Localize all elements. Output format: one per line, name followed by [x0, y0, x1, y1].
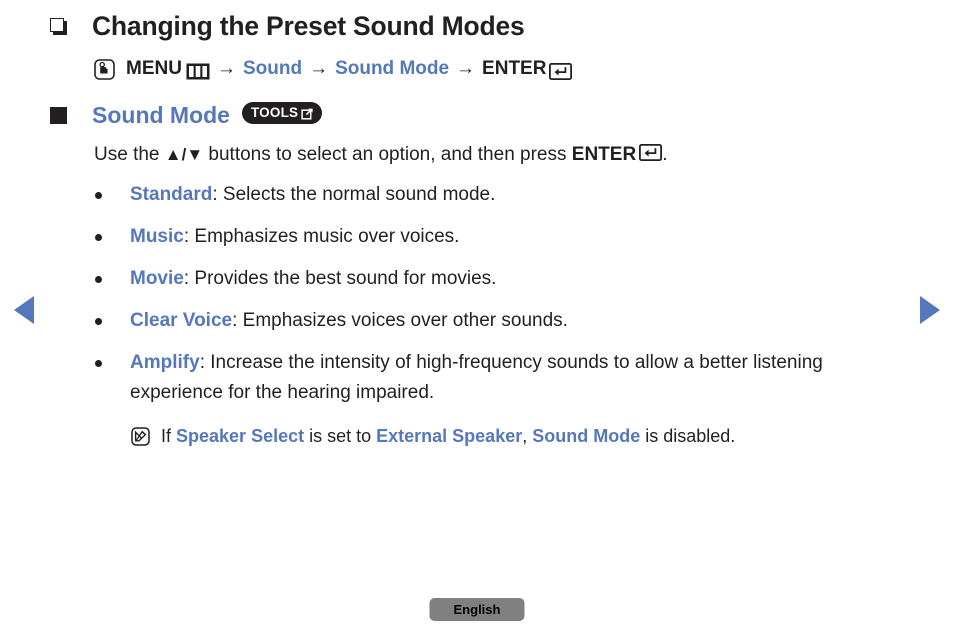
menu-path: MENU → Sound → Sound Mode → ENTER: [0, 56, 954, 82]
enter-return-icon: [549, 62, 573, 80]
bullet-dot-icon: [95, 276, 102, 283]
list-item: Standard: Selects the normal sound mode.: [0, 180, 954, 210]
option-desc: : Provides the best sound for movies.: [183, 268, 497, 289]
square-outline-icon: [50, 18, 67, 35]
note-term-external-speaker: External Speaker: [376, 426, 523, 446]
bullet-dot-icon: [95, 192, 102, 199]
tools-badge[interactable]: TOOLS: [241, 102, 323, 124]
language-badge-label: English: [453, 601, 501, 617]
list-item: Movie: Provides the best sound for movie…: [0, 264, 954, 294]
note-row: If Speaker Select is set to External Spe…: [0, 424, 954, 449]
tools-badge-label: TOOLS: [250, 105, 299, 120]
instruction-suffix: .: [662, 144, 668, 165]
note-part-3: ,: [522, 426, 533, 446]
instruction-paragraph: Use the ▲/▼ buttons to select an option,…: [0, 142, 954, 168]
page-title: Changing the Preset Sound Modes: [92, 11, 525, 41]
menu-label: MENU: [126, 58, 182, 79]
path-arrow-1: →: [216, 58, 236, 79]
bullet-dot-icon: [95, 318, 102, 325]
path-arrow-3: →: [456, 58, 476, 79]
section-title: Sound Mode: [92, 102, 230, 128]
list-item-body: Music: Emphasizes music over voices.: [130, 222, 459, 252]
menu-grid-icon: [186, 62, 210, 79]
note-text: If Speaker Select is set to External Spe…: [161, 424, 735, 449]
option-term: Music: [130, 226, 184, 247]
sound-mode-options-list: Standard: Selects the normal sound mode.…: [0, 180, 954, 408]
option-term: Standard: [130, 184, 213, 205]
square-filled-icon: [50, 106, 67, 124]
list-item-body: Clear Voice: Emphasizes voices over othe…: [130, 306, 568, 336]
note-part-4: is disabled.: [640, 426, 736, 446]
tools-arrow-icon: [301, 107, 314, 120]
bullet-dot-icon: [95, 360, 102, 367]
note-part-2: is set to: [304, 426, 377, 446]
press-hand-icon: [94, 58, 115, 80]
enter-return-icon: [639, 143, 663, 161]
option-desc: : Emphasizes voices over other sounds.: [232, 310, 568, 331]
list-item-body: Standard: Selects the normal sound mode.: [130, 180, 495, 210]
option-term: Clear Voice: [130, 310, 233, 331]
page-heading-row: Changing the Preset Sound Modes: [0, 9, 954, 43]
section-heading-row: Sound Mode TOOLS: [0, 101, 954, 129]
list-item-body: Movie: Provides the best sound for movie…: [130, 264, 496, 294]
language-badge: English: [429, 598, 525, 621]
option-term: Amplify: [130, 352, 200, 373]
path-step-sound-mode: Sound Mode: [335, 58, 450, 79]
instruction-prefix: Use the: [94, 144, 165, 165]
list-item: Clear Voice: Emphasizes voices over othe…: [0, 306, 954, 336]
path-step-sound: Sound: [242, 58, 303, 79]
note-term-sound-mode: Sound Mode: [532, 426, 641, 446]
option-desc: : Selects the normal sound mode.: [212, 184, 496, 205]
instruction-middle: buttons to select an option, and then pr…: [203, 144, 572, 165]
list-item: Amplify: Increase the intensity of high-…: [0, 348, 954, 408]
instruction-enter-label: ENTER: [571, 144, 637, 165]
note-part-1: If: [161, 426, 177, 446]
note-term-speaker-select: Speaker Select: [176, 426, 305, 446]
page-content: Changing the Preset Sound Modes MENU → S…: [0, 0, 954, 449]
list-item-body: Amplify: Increase the intensity of high-…: [130, 348, 895, 408]
option-term: Movie: [130, 268, 184, 289]
option-desc: : Emphasizes music over voices.: [183, 226, 460, 247]
updown-buttons-glyph: ▲/▼: [164, 145, 204, 164]
note-pen-icon: [131, 427, 150, 446]
enter-label: ENTER: [482, 58, 547, 79]
manual-page: Changing the Preset Sound Modes MENU → S…: [0, 0, 954, 624]
option-desc: : Increase the intensity of high-frequen…: [130, 352, 823, 403]
bullet-dot-icon: [95, 234, 102, 241]
path-arrow-2: →: [309, 58, 329, 79]
list-item: Music: Emphasizes music over voices.: [0, 222, 954, 252]
